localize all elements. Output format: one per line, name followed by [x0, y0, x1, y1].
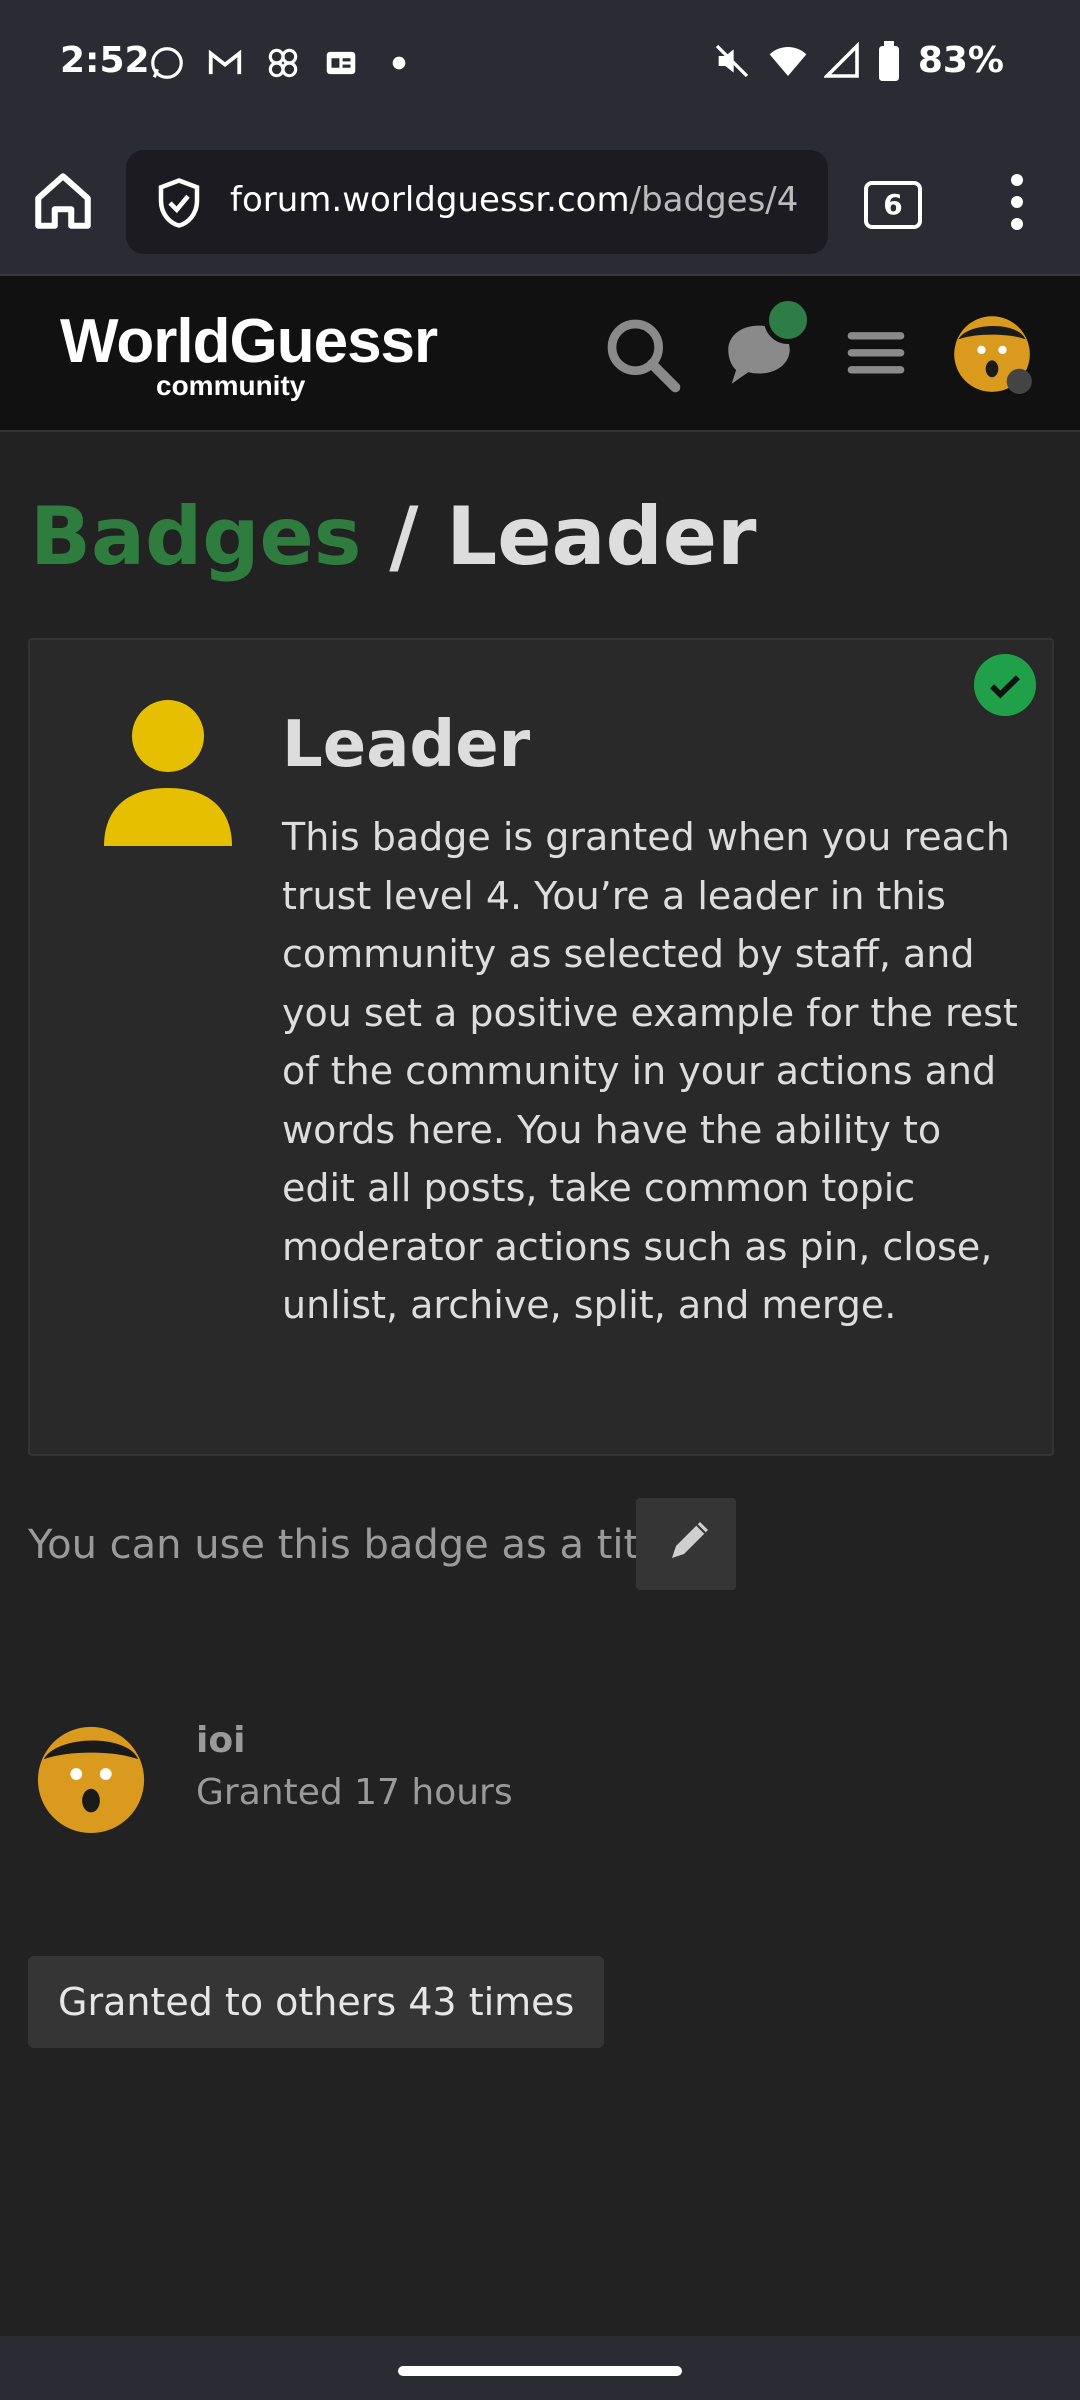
- status-time: 2:52: [60, 40, 150, 81]
- logo-subtext: community: [156, 370, 306, 401]
- notification-icons: [148, 44, 418, 82]
- site-header: WorldGuessr community: [0, 274, 1080, 432]
- system-icons: 83%: [712, 40, 1004, 81]
- breadcrumb-badges[interactable]: Badges: [30, 490, 361, 583]
- news-icon: [326, 51, 356, 75]
- logo-text: WorldGuessr: [60, 307, 438, 376]
- search-icon[interactable]: [602, 312, 682, 396]
- breadcrumb-separator: /: [361, 490, 447, 583]
- url-text: forum.worldguessr.com/badges/4: [230, 180, 798, 220]
- gmail-icon: [208, 49, 242, 75]
- browser-toolbar: forum.worldguessr.com/badges/4 6: [0, 128, 1080, 274]
- overflow-menu-icon[interactable]: [1000, 172, 1034, 232]
- user-name[interactable]: ioi: [196, 1720, 245, 1761]
- badge-description: This badge is granted when you reach tru…: [282, 815, 1018, 1327]
- signal-icon: [823, 41, 859, 78]
- pinwheel-icon: [268, 48, 298, 78]
- home-icon[interactable]: [30, 168, 96, 234]
- hamburger-menu-icon[interactable]: [842, 312, 910, 392]
- battery-percent: 83%: [917, 40, 1004, 81]
- badge-name: Leader: [282, 708, 531, 782]
- breadcrumb-current: Leader: [446, 490, 757, 583]
- pencil-icon: [672, 1522, 708, 1558]
- mute-icon: [715, 44, 749, 77]
- site-logo[interactable]: WorldGuessr community: [60, 306, 438, 406]
- page-title: Badges / Leader: [30, 490, 757, 583]
- granted-check-icon: [974, 654, 1036, 716]
- battery-icon: [878, 40, 899, 81]
- badge-user-icon: [104, 700, 232, 846]
- notification-dot: [764, 296, 812, 344]
- user-avatar-icon[interactable]: [950, 310, 1034, 394]
- system-nav-bar: [0, 2336, 1080, 2400]
- url-host: forum.worldguessr.com: [230, 180, 630, 220]
- granted-time: Granted 17 hours: [196, 1772, 513, 1813]
- dot-icon: [392, 56, 406, 70]
- granted-to-others-button[interactable]: Granted to others 43 times: [28, 1956, 605, 2048]
- url-path: /badges/4: [629, 180, 799, 220]
- shield-check-icon: [158, 178, 200, 228]
- badge-card: Leader This badge is granted when you re…: [28, 638, 1054, 1456]
- whatsapp-icon: [151, 47, 183, 79]
- status-bar: 2:52 83%: [0, 0, 1080, 128]
- user-avatar[interactable]: [32, 1718, 150, 1836]
- wifi-icon: [769, 46, 807, 76]
- title-hint: You can use this badge as a title: [28, 1522, 675, 1568]
- home-gesture-handle[interactable]: [398, 2366, 682, 2376]
- tab-switcher-button[interactable]: 6: [864, 181, 922, 229]
- url-bar[interactable]: forum.worldguessr.com/badges/4: [126, 150, 828, 254]
- edit-title-button[interactable]: [636, 1498, 736, 1590]
